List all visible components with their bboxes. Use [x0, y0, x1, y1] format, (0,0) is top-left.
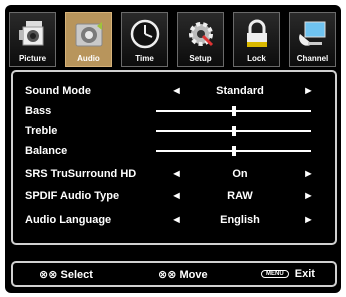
bass-slider[interactable]: [156, 106, 311, 116]
left-arrow-icon[interactable]: ◄: [171, 168, 182, 180]
menu-tab-bar: Picture Audio Time Setup Lock Channel: [9, 12, 339, 68]
srs-value: On: [232, 168, 248, 180]
tab-label: Channel: [296, 54, 329, 63]
sound-mode-label: Sound Mode: [25, 85, 91, 97]
srs-row[interactable]: SRS TruSurround HD ◄ On ►: [13, 165, 339, 185]
tab-lock[interactable]: Lock: [233, 12, 280, 67]
up-down-keys-icon: ⊗⊗: [39, 269, 58, 281]
left-right-keys-icon: ⊗⊗: [158, 269, 177, 281]
lock-icon: [247, 19, 267, 47]
tab-audio[interactable]: Audio: [65, 12, 112, 67]
audio-settings-panel: Sound Mode ◄ Standard ► Bass Treble Bala…: [11, 70, 337, 245]
tab-channel[interactable]: Channel: [289, 12, 336, 67]
sound-mode-value: Standard: [216, 85, 264, 97]
right-arrow-icon[interactable]: ►: [303, 190, 314, 202]
audio-language-value: English: [220, 214, 260, 226]
exit-hint-label: Exit: [294, 268, 315, 280]
spdif-row[interactable]: SPDIF Audio Type ◄ RAW ►: [13, 187, 339, 207]
spdif-label: SPDIF Audio Type: [25, 190, 120, 202]
tab-picture[interactable]: Picture: [9, 12, 56, 67]
tv-osd-menu: Picture Audio Time Setup Lock Channel So…: [5, 5, 341, 293]
treble-row[interactable]: Treble: [13, 122, 339, 142]
tab-label: Picture: [18, 54, 47, 63]
tab-label: Setup: [189, 54, 212, 63]
camcorder-icon: [19, 21, 44, 46]
left-arrow-icon[interactable]: ◄: [171, 214, 182, 226]
balance-label: Balance: [25, 145, 68, 157]
srs-label: SRS TruSurround HD: [25, 168, 137, 180]
menu-key-icon: MENU: [261, 270, 289, 278]
tab-label: Audio: [77, 54, 100, 63]
move-hint-label: Move: [179, 269, 208, 281]
left-arrow-icon[interactable]: ◄: [171, 85, 182, 97]
bass-label: Bass: [25, 105, 52, 117]
exit-hint: MENU Exit: [261, 268, 315, 280]
satellite-dish-icon: [299, 21, 326, 46]
treble-label: Treble: [25, 125, 58, 137]
tab-setup[interactable]: Setup: [177, 12, 224, 67]
select-hint: ⊗⊗ Select: [39, 268, 93, 281]
right-arrow-icon[interactable]: ►: [303, 168, 314, 180]
treble-slider[interactable]: [156, 126, 311, 136]
clock-icon: [130, 19, 160, 49]
spdif-value: RAW: [227, 190, 253, 202]
treble-slider-handle[interactable]: [231, 126, 236, 136]
balance-row[interactable]: Balance: [13, 142, 339, 162]
tab-label: Time: [135, 54, 154, 63]
right-arrow-icon[interactable]: ►: [303, 85, 314, 97]
balance-slider[interactable]: [156, 146, 311, 156]
sound-mode-row[interactable]: Sound Mode ◄ Standard ►: [13, 82, 339, 102]
bass-slider-handle[interactable]: [231, 106, 236, 116]
select-hint-label: Select: [60, 269, 93, 281]
tab-time[interactable]: Time: [121, 12, 168, 67]
audio-language-row[interactable]: Audio Language ◄ English ►: [13, 211, 339, 231]
gear-icon: [189, 22, 214, 47]
move-hint: ⊗⊗ Move: [158, 268, 208, 281]
tab-label: Lock: [247, 54, 266, 63]
audio-language-label: Audio Language: [25, 214, 112, 226]
speaker-icon: [75, 22, 103, 47]
bass-row[interactable]: Bass: [13, 102, 339, 122]
key-hint-bar: ⊗⊗ Select ⊗⊗ Move MENU Exit: [11, 261, 337, 287]
balance-slider-handle[interactable]: [231, 146, 236, 156]
right-arrow-icon[interactable]: ►: [303, 214, 314, 226]
left-arrow-icon[interactable]: ◄: [171, 190, 182, 202]
